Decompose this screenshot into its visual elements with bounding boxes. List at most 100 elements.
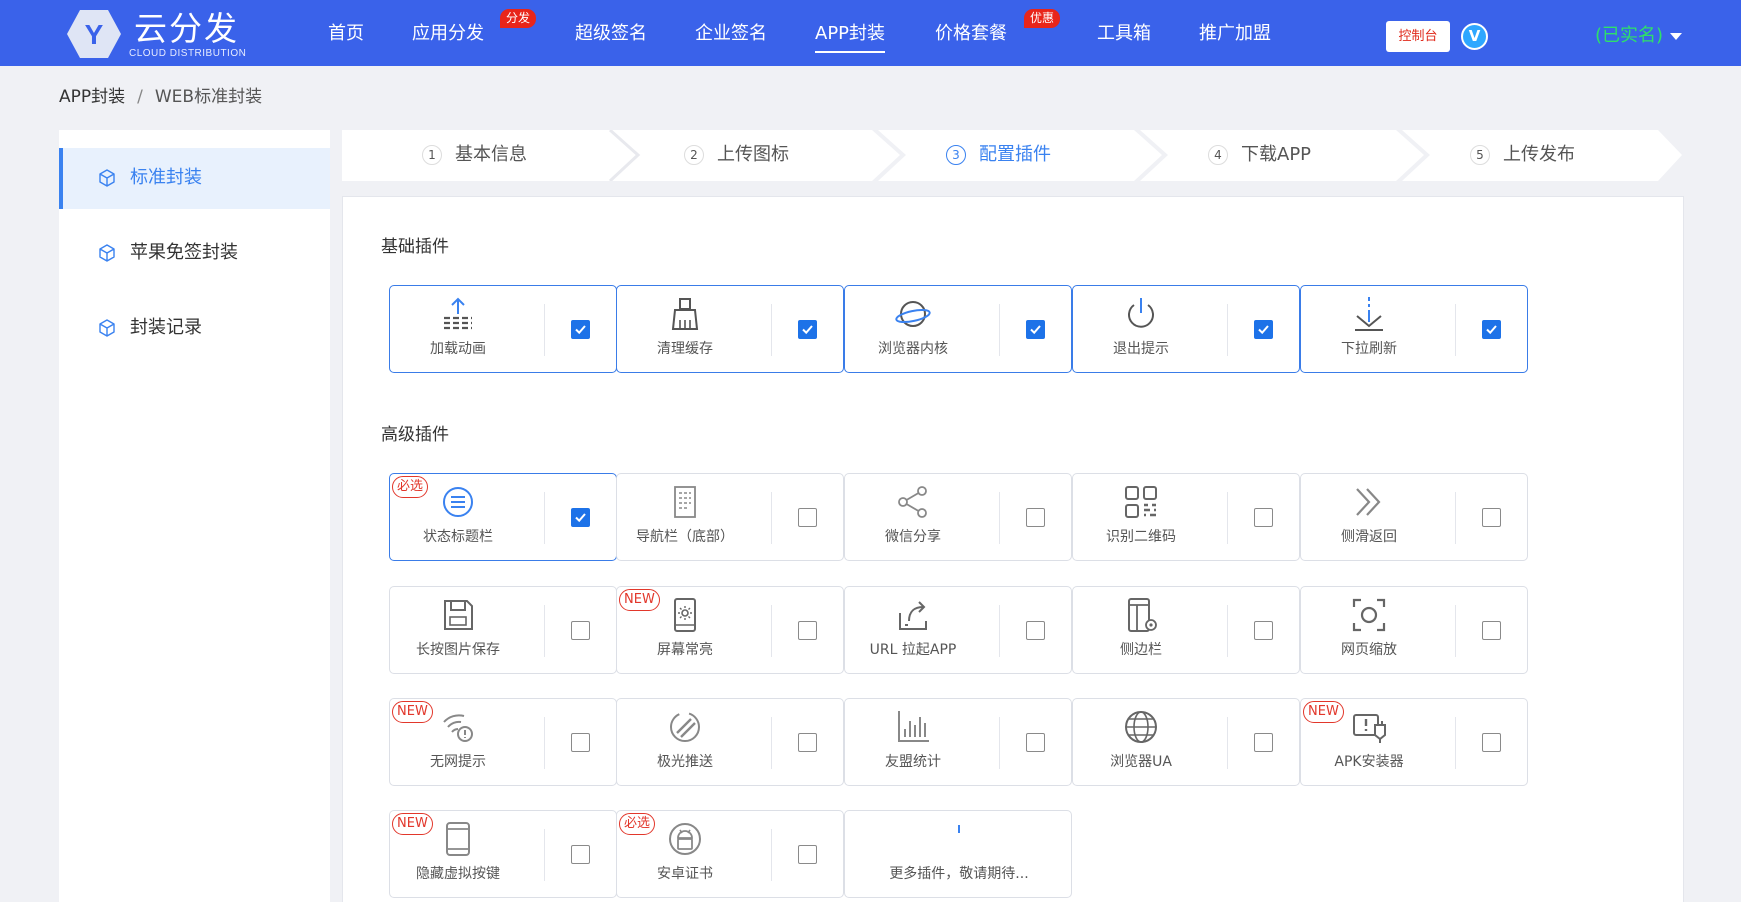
- plugin-card-sidebar-phone[interactable]: 侧边栏: [1072, 586, 1300, 674]
- card-divider: [999, 605, 1000, 657]
- phone-icon: [446, 822, 470, 856]
- logo-hexagon-icon: Y: [67, 10, 121, 58]
- nav-app-distribution[interactable]: 应用分发: [412, 22, 484, 46]
- plugin-card-phone-brightness[interactable]: 屏幕常亮 NEW: [616, 586, 844, 674]
- plugin-card-menu-circle[interactable]: 状态标题栏 必选: [389, 473, 617, 561]
- card-divider: [771, 717, 772, 769]
- plugin-card-share[interactable]: 微信分享: [844, 473, 1072, 561]
- brand-logo[interactable]: Y 云分发 CLOUD DISTRIBUTION: [66, 6, 256, 62]
- nav-enterprise-sign[interactable]: 企业签名: [695, 22, 767, 46]
- card-divider: [1455, 605, 1456, 657]
- plugin-card-planet[interactable]: 浏览器内核: [844, 285, 1072, 373]
- breadcrumb-parent[interactable]: APP封装: [59, 87, 125, 107]
- nav-toolbox[interactable]: 工具箱: [1097, 22, 1151, 46]
- breadcrumb: APP封装 / WEB标准封装: [59, 85, 262, 109]
- section-title-basic: 基础插件: [381, 237, 449, 257]
- plugin-card-power[interactable]: 退出提示: [1072, 285, 1300, 373]
- plugin-checkbox[interactable]: [571, 845, 590, 864]
- plugin-checkbox[interactable]: [1254, 508, 1273, 527]
- plugin-card-broom[interactable]: 清理缓存: [616, 285, 844, 373]
- plugin-checkbox[interactable]: [1026, 621, 1045, 640]
- sidebar-item-standard-wrap[interactable]: 标准封装: [59, 148, 330, 209]
- new-tag: NEW: [619, 589, 660, 611]
- card-divider: [544, 304, 545, 356]
- new-tag: NEW: [392, 813, 433, 835]
- plugin-label: 浏览器UA: [1110, 754, 1172, 770]
- plugin-card-launch[interactable]: URL 拉起APP: [844, 586, 1072, 674]
- plugin-checkbox[interactable]: [1482, 621, 1501, 640]
- plugin-card-double-chevron[interactable]: 侧滑返回: [1300, 473, 1528, 561]
- console-button[interactable]: 控制台: [1386, 21, 1450, 52]
- card-divider: [1455, 717, 1456, 769]
- sidebar-item-ios-free-wrap[interactable]: 苹果免签封装: [59, 223, 330, 284]
- breadcrumb-separator: /: [137, 87, 143, 107]
- user-verified-status[interactable]: (已实名): [1595, 24, 1663, 48]
- plugin-card-qrcode[interactable]: 识别二维码: [1072, 473, 1300, 561]
- plugin-card-phone[interactable]: 隐藏虚拟按键 NEW: [389, 810, 617, 898]
- plugin-card-jpush[interactable]: 极光推送: [616, 698, 844, 786]
- plugin-checkbox[interactable]: [1254, 621, 1273, 640]
- plugin-checkbox[interactable]: [1254, 733, 1273, 752]
- broom-icon: [671, 298, 699, 330]
- new-tag: NEW: [1303, 701, 1344, 723]
- section-title-advanced: 高级插件: [381, 425, 449, 445]
- plugin-label: 长按图片保存: [416, 642, 500, 658]
- plugin-checkbox[interactable]: [1026, 320, 1045, 339]
- sidebar-item-label: 封装记录: [130, 317, 202, 338]
- plugin-checkbox[interactable]: [571, 320, 590, 339]
- card-divider: [1227, 304, 1228, 356]
- cube-icon: [99, 244, 115, 262]
- step-label: 配置插件: [979, 144, 1051, 165]
- card-divider: [1455, 304, 1456, 356]
- top-navbar: Y 云分发 CLOUD DISTRIBUTION 首页 应用分发 分发 超级签名…: [0, 0, 1741, 66]
- plugin-card-globe[interactable]: 浏览器UA: [1072, 698, 1300, 786]
- plugin-checkbox[interactable]: [798, 320, 817, 339]
- card-divider: [1227, 492, 1228, 544]
- verified-v-icon[interactable]: V: [1461, 23, 1488, 50]
- plugin-checkbox[interactable]: [1026, 733, 1045, 752]
- card-divider: [544, 492, 545, 544]
- nav-pricing[interactable]: 价格套餐: [935, 22, 1007, 46]
- apk-installer-icon: [1353, 714, 1386, 743]
- card-divider: [771, 829, 772, 881]
- jpush-icon: [670, 712, 700, 742]
- plugin-checkbox[interactable]: [798, 508, 817, 527]
- plugin-checkbox[interactable]: [798, 845, 817, 864]
- sidebar-item-label: 标准封装: [130, 167, 202, 188]
- new-tag: NEW: [392, 701, 433, 723]
- card-divider: [1227, 605, 1228, 657]
- plugin-checkbox[interactable]: [571, 733, 590, 752]
- plugin-card-upload[interactable]: 加载动画: [389, 285, 617, 373]
- plugin-card-bar-chart[interactable]: 友盟统计: [844, 698, 1072, 786]
- nav-super-sign[interactable]: 超级签名: [575, 22, 647, 46]
- plugin-checkbox[interactable]: [798, 621, 817, 640]
- plugin-card-zoom[interactable]: 网页缩放: [1300, 586, 1528, 674]
- plugin-card-android[interactable]: 安卓证书 必选: [616, 810, 844, 898]
- plugin-checkbox[interactable]: [1254, 320, 1273, 339]
- caret-down-icon[interactable]: [1670, 33, 1682, 40]
- plugin-card-save[interactable]: 长按图片保存: [389, 586, 617, 674]
- plugin-checkbox[interactable]: [1482, 320, 1501, 339]
- card-divider: [1455, 492, 1456, 544]
- plugin-card-pull-down[interactable]: 下拉刷新: [1300, 285, 1528, 373]
- nav-app-wrap[interactable]: APP封装: [815, 22, 886, 53]
- plugin-card-document[interactable]: 导航栏（底部）: [616, 473, 844, 561]
- sidebar-item-wrap-records[interactable]: 封装记录: [59, 298, 330, 359]
- required-tag: 必选: [392, 476, 429, 498]
- step-number: 3: [946, 145, 966, 165]
- plugin-card-wifi-alert[interactable]: 无网提示 NEW: [389, 698, 617, 786]
- android-icon: [669, 823, 701, 855]
- nav-affiliate[interactable]: 推广加盟: [1199, 22, 1271, 46]
- nav-home[interactable]: 首页: [328, 22, 364, 46]
- plugin-checkbox[interactable]: [571, 621, 590, 640]
- more-icon: [958, 825, 960, 833]
- plugin-checkbox[interactable]: [1482, 733, 1501, 752]
- card-divider: [1227, 717, 1228, 769]
- plugin-card-apk-installer[interactable]: APK安装器 NEW: [1300, 698, 1528, 786]
- plugin-checkbox[interactable]: [1482, 508, 1501, 527]
- more-plugins-card: 更多插件，敬请期待...: [844, 810, 1072, 898]
- plugin-checkbox[interactable]: [571, 508, 590, 527]
- plugin-checkbox[interactable]: [798, 733, 817, 752]
- share-icon: [898, 486, 927, 518]
- plugin-checkbox[interactable]: [1026, 508, 1045, 527]
